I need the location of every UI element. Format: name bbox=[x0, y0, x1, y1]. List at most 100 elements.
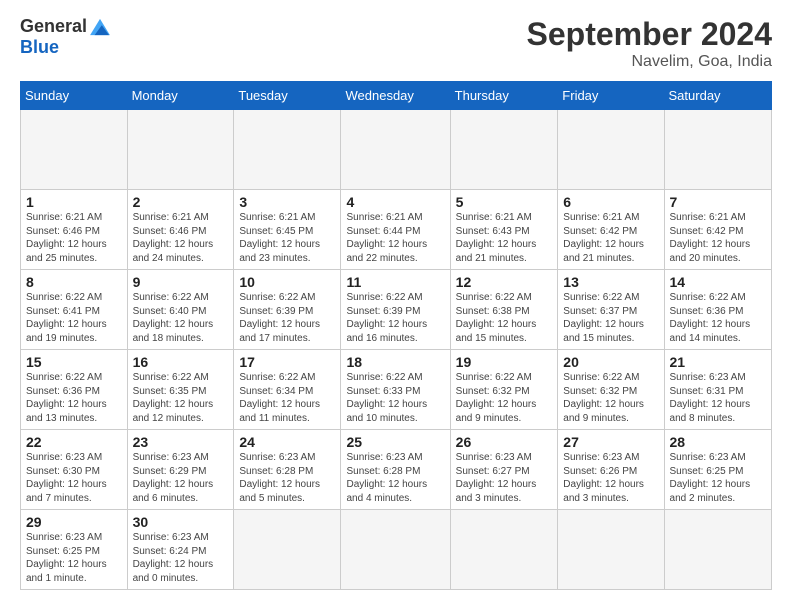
calendar-day-cell: 2 Sunrise: 6:21 AM Sunset: 6:46 PM Dayli… bbox=[127, 190, 234, 270]
day-number: 26 bbox=[456, 434, 553, 450]
day-info: Sunrise: 6:21 AM Sunset: 6:45 PM Dayligh… bbox=[239, 211, 335, 265]
day-info: Sunrise: 6:22 AM Sunset: 6:41 PM Dayligh… bbox=[26, 291, 122, 345]
calendar-day-cell bbox=[558, 510, 664, 590]
col-sunday: Sunday bbox=[21, 82, 128, 110]
day-info: Sunrise: 6:22 AM Sunset: 6:33 PM Dayligh… bbox=[346, 371, 444, 425]
day-info: Sunrise: 6:22 AM Sunset: 6:39 PM Dayligh… bbox=[239, 291, 335, 345]
day-info: Sunrise: 6:23 AM Sunset: 6:27 PM Dayligh… bbox=[456, 451, 553, 505]
day-number: 1 bbox=[26, 194, 122, 210]
day-number: 24 bbox=[239, 434, 335, 450]
calendar-day-cell: 6 Sunrise: 6:21 AM Sunset: 6:42 PM Dayli… bbox=[558, 190, 664, 270]
day-number: 25 bbox=[346, 434, 444, 450]
calendar-day-cell: 27 Sunrise: 6:23 AM Sunset: 6:26 PM Dayl… bbox=[558, 430, 664, 510]
day-info: Sunrise: 6:22 AM Sunset: 6:36 PM Dayligh… bbox=[670, 291, 766, 345]
day-info: Sunrise: 6:21 AM Sunset: 6:46 PM Dayligh… bbox=[133, 211, 229, 265]
day-number: 16 bbox=[133, 354, 229, 370]
day-info: Sunrise: 6:23 AM Sunset: 6:25 PM Dayligh… bbox=[26, 531, 122, 585]
day-info: Sunrise: 6:21 AM Sunset: 6:44 PM Dayligh… bbox=[346, 211, 444, 265]
calendar-day-cell: 11 Sunrise: 6:22 AM Sunset: 6:39 PM Dayl… bbox=[341, 270, 450, 350]
day-info: Sunrise: 6:22 AM Sunset: 6:34 PM Dayligh… bbox=[239, 371, 335, 425]
day-info: Sunrise: 6:22 AM Sunset: 6:37 PM Dayligh… bbox=[563, 291, 658, 345]
calendar-day-cell: 14 Sunrise: 6:22 AM Sunset: 6:36 PM Dayl… bbox=[664, 270, 771, 350]
calendar-day-cell: 20 Sunrise: 6:22 AM Sunset: 6:32 PM Dayl… bbox=[558, 350, 664, 430]
day-info: Sunrise: 6:22 AM Sunset: 6:32 PM Dayligh… bbox=[563, 371, 658, 425]
day-number: 27 bbox=[563, 434, 658, 450]
calendar-day-cell: 9 Sunrise: 6:22 AM Sunset: 6:40 PM Dayli… bbox=[127, 270, 234, 350]
day-info: Sunrise: 6:23 AM Sunset: 6:26 PM Dayligh… bbox=[563, 451, 658, 505]
month-title: September 2024 bbox=[527, 16, 772, 53]
day-number: 21 bbox=[670, 354, 766, 370]
calendar-day-cell: 4 Sunrise: 6:21 AM Sunset: 6:44 PM Dayli… bbox=[341, 190, 450, 270]
day-number: 6 bbox=[563, 194, 658, 210]
calendar-day-cell bbox=[341, 110, 450, 190]
location: Navelim, Goa, India bbox=[527, 53, 772, 71]
day-info: Sunrise: 6:23 AM Sunset: 6:30 PM Dayligh… bbox=[26, 451, 122, 505]
calendar-day-cell: 22 Sunrise: 6:23 AM Sunset: 6:30 PM Dayl… bbox=[21, 430, 128, 510]
calendar-day-cell: 8 Sunrise: 6:22 AM Sunset: 6:41 PM Dayli… bbox=[21, 270, 128, 350]
day-info: Sunrise: 6:22 AM Sunset: 6:36 PM Dayligh… bbox=[26, 371, 122, 425]
day-info: Sunrise: 6:21 AM Sunset: 6:46 PM Dayligh… bbox=[26, 211, 122, 265]
col-tuesday: Tuesday bbox=[234, 82, 341, 110]
day-info: Sunrise: 6:23 AM Sunset: 6:29 PM Dayligh… bbox=[133, 451, 229, 505]
calendar-day-cell: 18 Sunrise: 6:22 AM Sunset: 6:33 PM Dayl… bbox=[341, 350, 450, 430]
day-info: Sunrise: 6:23 AM Sunset: 6:24 PM Dayligh… bbox=[133, 531, 229, 585]
col-saturday: Saturday bbox=[664, 82, 771, 110]
calendar-day-cell bbox=[234, 510, 341, 590]
calendar-day-cell bbox=[664, 110, 771, 190]
day-info: Sunrise: 6:23 AM Sunset: 6:28 PM Dayligh… bbox=[239, 451, 335, 505]
day-info: Sunrise: 6:22 AM Sunset: 6:32 PM Dayligh… bbox=[456, 371, 553, 425]
day-number: 30 bbox=[133, 514, 229, 530]
day-number: 9 bbox=[133, 274, 229, 290]
page-container: General Blue September 2024 Navelim, Goa… bbox=[0, 0, 792, 600]
calendar-day-cell: 23 Sunrise: 6:23 AM Sunset: 6:29 PM Dayl… bbox=[127, 430, 234, 510]
calendar-day-cell: 28 Sunrise: 6:23 AM Sunset: 6:25 PM Dayl… bbox=[664, 430, 771, 510]
day-number: 8 bbox=[26, 274, 122, 290]
day-info: Sunrise: 6:21 AM Sunset: 6:42 PM Dayligh… bbox=[670, 211, 766, 265]
day-number: 20 bbox=[563, 354, 658, 370]
calendar-day-cell bbox=[664, 510, 771, 590]
calendar-week-row bbox=[21, 110, 772, 190]
day-number: 28 bbox=[670, 434, 766, 450]
day-info: Sunrise: 6:23 AM Sunset: 6:31 PM Dayligh… bbox=[670, 371, 766, 425]
calendar-day-cell: 26 Sunrise: 6:23 AM Sunset: 6:27 PM Dayl… bbox=[450, 430, 558, 510]
calendar-day-cell: 21 Sunrise: 6:23 AM Sunset: 6:31 PM Dayl… bbox=[664, 350, 771, 430]
calendar-day-cell: 24 Sunrise: 6:23 AM Sunset: 6:28 PM Dayl… bbox=[234, 430, 341, 510]
day-number: 29 bbox=[26, 514, 122, 530]
calendar-day-cell: 19 Sunrise: 6:22 AM Sunset: 6:32 PM Dayl… bbox=[450, 350, 558, 430]
day-number: 7 bbox=[670, 194, 766, 210]
calendar-week-row: 1 Sunrise: 6:21 AM Sunset: 6:46 PM Dayli… bbox=[21, 190, 772, 270]
day-number: 12 bbox=[456, 274, 553, 290]
calendar-day-cell: 30 Sunrise: 6:23 AM Sunset: 6:24 PM Dayl… bbox=[127, 510, 234, 590]
calendar-day-cell: 13 Sunrise: 6:22 AM Sunset: 6:37 PM Dayl… bbox=[558, 270, 664, 350]
calendar-table: Sunday Monday Tuesday Wednesday Thursday… bbox=[20, 81, 772, 590]
calendar-header-row: Sunday Monday Tuesday Wednesday Thursday… bbox=[21, 82, 772, 110]
day-info: Sunrise: 6:23 AM Sunset: 6:25 PM Dayligh… bbox=[670, 451, 766, 505]
day-number: 18 bbox=[346, 354, 444, 370]
calendar-day-cell: 25 Sunrise: 6:23 AM Sunset: 6:28 PM Dayl… bbox=[341, 430, 450, 510]
day-number: 11 bbox=[346, 274, 444, 290]
calendar-day-cell bbox=[450, 110, 558, 190]
calendar-day-cell: 3 Sunrise: 6:21 AM Sunset: 6:45 PM Dayli… bbox=[234, 190, 341, 270]
calendar-day-cell bbox=[450, 510, 558, 590]
col-thursday: Thursday bbox=[450, 82, 558, 110]
day-number: 10 bbox=[239, 274, 335, 290]
day-info: Sunrise: 6:22 AM Sunset: 6:40 PM Dayligh… bbox=[133, 291, 229, 345]
day-number: 4 bbox=[346, 194, 444, 210]
calendar-week-row: 15 Sunrise: 6:22 AM Sunset: 6:36 PM Dayl… bbox=[21, 350, 772, 430]
day-number: 22 bbox=[26, 434, 122, 450]
day-number: 14 bbox=[670, 274, 766, 290]
day-info: Sunrise: 6:22 AM Sunset: 6:39 PM Dayligh… bbox=[346, 291, 444, 345]
day-number: 15 bbox=[26, 354, 122, 370]
day-info: Sunrise: 6:21 AM Sunset: 6:42 PM Dayligh… bbox=[563, 211, 658, 265]
day-info: Sunrise: 6:22 AM Sunset: 6:38 PM Dayligh… bbox=[456, 291, 553, 345]
calendar-day-cell: 15 Sunrise: 6:22 AM Sunset: 6:36 PM Dayl… bbox=[21, 350, 128, 430]
calendar-week-row: 29 Sunrise: 6:23 AM Sunset: 6:25 PM Dayl… bbox=[21, 510, 772, 590]
calendar-day-cell: 16 Sunrise: 6:22 AM Sunset: 6:35 PM Dayl… bbox=[127, 350, 234, 430]
calendar-week-row: 8 Sunrise: 6:22 AM Sunset: 6:41 PM Dayli… bbox=[21, 270, 772, 350]
calendar-day-cell: 1 Sunrise: 6:21 AM Sunset: 6:46 PM Dayli… bbox=[21, 190, 128, 270]
day-info: Sunrise: 6:23 AM Sunset: 6:28 PM Dayligh… bbox=[346, 451, 444, 505]
calendar-day-cell bbox=[558, 110, 664, 190]
calendar-day-cell: 5 Sunrise: 6:21 AM Sunset: 6:43 PM Dayli… bbox=[450, 190, 558, 270]
calendar-day-cell: 12 Sunrise: 6:22 AM Sunset: 6:38 PM Dayl… bbox=[450, 270, 558, 350]
header: General Blue September 2024 Navelim, Goa… bbox=[20, 16, 772, 71]
